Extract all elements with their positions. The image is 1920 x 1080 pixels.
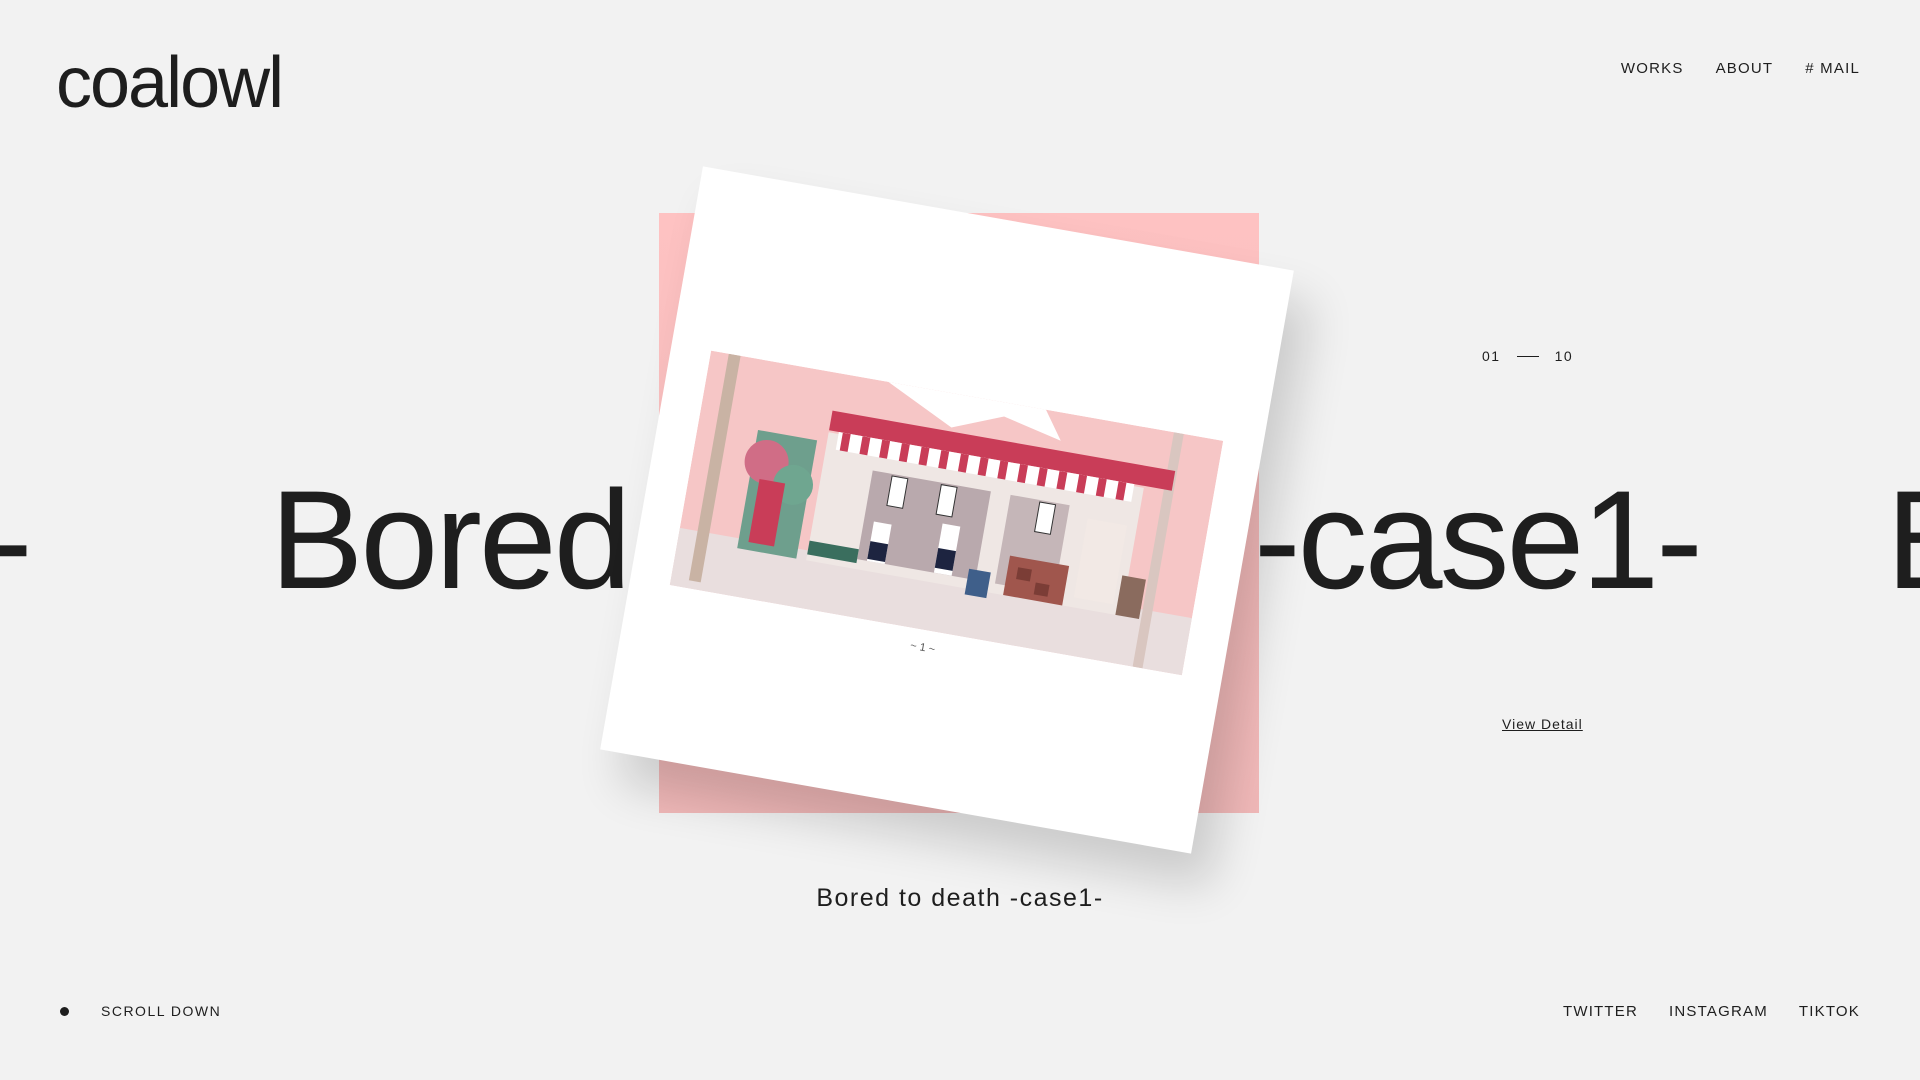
counter-current: 01 [1482,348,1501,364]
artwork-illustration [669,350,1224,676]
site-logo[interactable]: coalowl [56,42,284,125]
marquee-word: -case1- [1254,461,1703,618]
nav-about-link[interactable]: ABOUT [1716,60,1774,77]
scroll-dot-icon [60,1006,69,1016]
work-card[interactable]: Bored to death [600,166,1294,854]
social-links: TWITTER INSTAGRAM TIKTOK [1563,1003,1860,1020]
page: coalowl WORKS ABOUT # MAIL - Bored to de… [0,0,1920,1080]
instagram-link[interactable]: INSTAGRAM [1669,1003,1768,1020]
tiktok-link[interactable]: TIKTOK [1799,1003,1860,1020]
counter-total: 10 [1554,348,1574,364]
marquee-word: B [1886,460,1920,620]
scroll-down-indicator[interactable]: SCROLL DOWN [60,1003,221,1019]
slide-counter: 01 10 [1482,348,1573,364]
counter-divider [1516,355,1539,357]
nav-works-link[interactable]: WORKS [1621,60,1684,77]
nav-mail-link[interactable]: # MAIL [1805,60,1860,77]
marquee-word: - [0,460,33,620]
main-nav: WORKS ABOUT # MAIL [1621,60,1860,77]
work-caption: Bored to death -case1- [816,884,1104,912]
view-detail-link[interactable]: View Detail [1502,716,1583,732]
marquee-word: Bored [270,461,632,618]
scroll-down-label: SCROLL DOWN [101,1003,222,1019]
twitter-link[interactable]: TWITTER [1563,1003,1638,1020]
